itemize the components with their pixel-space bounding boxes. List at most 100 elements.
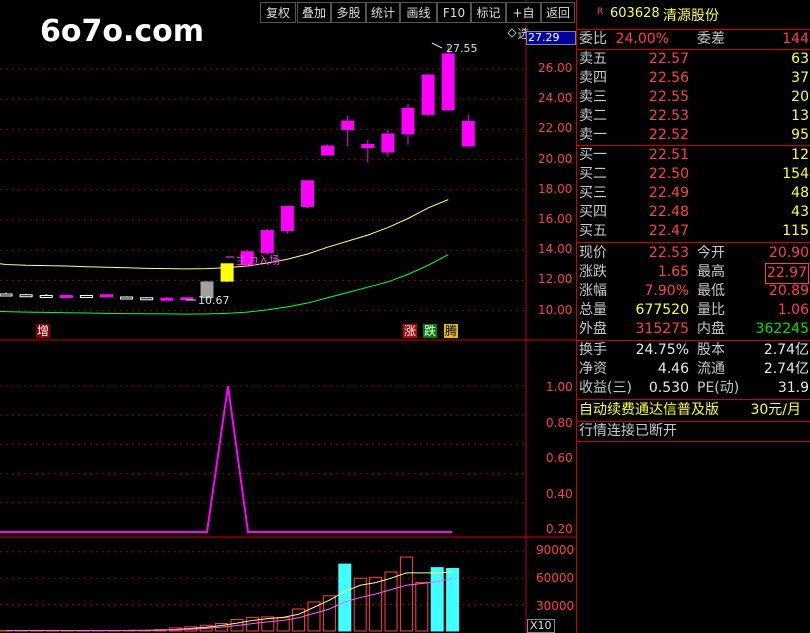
bid-row: 买一 22.51 12 xyxy=(579,146,809,165)
promo-row[interactable]: 自动续费通达信普及版 30元/月 xyxy=(579,401,809,420)
stat-label-2: 最低 xyxy=(697,283,725,299)
stat-value-2: 362245 xyxy=(755,321,809,337)
price-tick: 14.00 xyxy=(538,242,573,257)
stock-header: R 603628 清源股份 xyxy=(577,0,810,30)
stat-value: 677520 xyxy=(635,302,689,318)
stat-value: 22.53 xyxy=(648,245,689,261)
bid-volume: 154 xyxy=(782,166,809,182)
weibi-label: 委比 xyxy=(579,31,607,47)
ask-price: 22.56 xyxy=(648,70,689,86)
candle-body xyxy=(0,293,13,297)
candle-body xyxy=(301,180,314,207)
quote-panel: R 603628 清源股份 委比 24.00% 委差 144 卖五 22.57 63… xyxy=(576,0,810,633)
connection-status: 行情连接已断开 xyxy=(579,423,677,439)
fund-label-2: 流通 xyxy=(697,361,725,377)
bid-label: 买二 xyxy=(579,166,607,182)
stat-label-2: 最高 xyxy=(697,264,725,280)
stat-value: 315275 xyxy=(635,321,689,337)
promo-text[interactable]: 自动续费通达信普及版 xyxy=(579,401,719,420)
weibi-row: 委比 24.00% 委差 144 xyxy=(579,30,809,49)
candle-body xyxy=(220,263,234,282)
bid-volume: 48 xyxy=(791,185,809,201)
fund-label: 净资 xyxy=(579,361,607,377)
fund-value: 4.46 xyxy=(657,361,689,377)
volume-tick: 30000 xyxy=(536,599,575,613)
indicator-tick: 0.60 xyxy=(546,451,573,465)
promo-price[interactable]: 30元/月 xyxy=(750,401,801,420)
price-tick: 10.00 xyxy=(538,302,573,317)
volume-bar xyxy=(446,568,460,632)
price-tick: 18.00 xyxy=(538,181,573,196)
indicator-tick: 0.40 xyxy=(546,486,573,501)
fund-row: 换手 24.75% 股本 2.74亿 xyxy=(579,341,809,360)
ask-price: 22.53 xyxy=(648,108,689,124)
stat-row: 外盘 315275 内盘 362245 xyxy=(579,320,809,339)
stat-value-2: 1.06 xyxy=(777,302,809,318)
bid-row: 买四 22.48 43 xyxy=(579,203,809,222)
price-axis-current-box: 27.29 xyxy=(526,31,576,45)
volume-bar xyxy=(338,563,352,632)
ask-price: 22.57 xyxy=(648,51,689,67)
stat-value: 1.65 xyxy=(657,264,689,280)
toolbar-button-7[interactable]: +自选 xyxy=(506,2,541,41)
ask-volume: 63 xyxy=(791,51,809,67)
candle-body xyxy=(280,205,294,232)
stat-label: 涨跌 xyxy=(579,264,607,280)
stat-label: 涨幅 xyxy=(579,283,607,299)
stat-label-2: 量比 xyxy=(697,302,725,318)
event-annotation: 主力入场 xyxy=(236,254,280,267)
high-price-annotation: 27.55 xyxy=(446,42,478,55)
stat-row: 涨幅 7.90% 最低 20.89 xyxy=(579,282,809,301)
diamond-icon xyxy=(507,28,517,38)
candle-body xyxy=(180,297,194,301)
toolbar-button-5[interactable]: F10 xyxy=(437,2,471,23)
candle-body xyxy=(421,74,435,115)
price-tick: 16.00 xyxy=(538,212,573,226)
chart-canvas[interactable] xyxy=(0,0,576,633)
bid-volume: 12 xyxy=(791,147,809,163)
candle-body xyxy=(160,297,174,301)
candle-body xyxy=(461,120,475,147)
ask-volume: 95 xyxy=(791,127,809,143)
candle-body xyxy=(140,297,154,301)
volume-bar xyxy=(307,601,321,632)
toolbar-button-6[interactable]: 标记 xyxy=(471,2,506,23)
toolbar-button-8[interactable]: 返回 xyxy=(541,2,575,23)
volume-unit-label: X10 xyxy=(527,619,555,633)
candle-body xyxy=(401,107,415,135)
toolbar-button-4[interactable]: 画线 xyxy=(400,2,437,23)
volume-ma-1 xyxy=(5,571,453,632)
toolbar-button-3[interactable]: 统计 xyxy=(366,2,400,23)
volume-bar xyxy=(322,595,336,632)
fund-label-2: 股本 xyxy=(697,342,725,358)
price-tick: 26.00 xyxy=(538,61,573,75)
toolbar-button-1[interactable]: 叠加 xyxy=(297,2,331,23)
stat-value-2: 22.97 xyxy=(764,263,809,284)
fund-label: 收益(三) xyxy=(579,380,632,396)
bid-price: 22.49 xyxy=(648,185,689,201)
toolbar-button-2[interactable]: 多股 xyxy=(331,2,366,23)
ask-price: 22.52 xyxy=(648,127,689,143)
bid-row: 买五 22.47 115 xyxy=(579,222,809,241)
bid-price: 22.47 xyxy=(648,223,689,239)
stat-label: 现价 xyxy=(579,245,607,261)
indicator-tick: 1.00 xyxy=(546,380,573,394)
indicator-tick: 0.80 xyxy=(546,415,573,430)
indicator-line xyxy=(0,385,452,533)
ask-volume: 13 xyxy=(791,108,809,124)
weicha-label: 委差 xyxy=(697,31,725,47)
stat-label: 总量 xyxy=(579,302,607,318)
toolbar-button-0[interactable]: 复权 xyxy=(260,2,296,23)
bid-label: 买四 xyxy=(579,204,607,220)
candle-body xyxy=(19,294,33,298)
ma-line-1 xyxy=(0,199,449,270)
watermark-logo: 6o7o.com xyxy=(40,14,205,49)
fund-value: 24.75% xyxy=(635,342,689,358)
candle-body xyxy=(59,295,73,298)
bid-volume: 115 xyxy=(782,223,809,239)
weicha-value: 144 xyxy=(782,31,809,47)
volume-bar xyxy=(430,567,444,632)
fund-label: 换手 xyxy=(579,342,607,358)
candle-body xyxy=(120,296,134,300)
legend-fall: 跌 xyxy=(423,324,438,338)
